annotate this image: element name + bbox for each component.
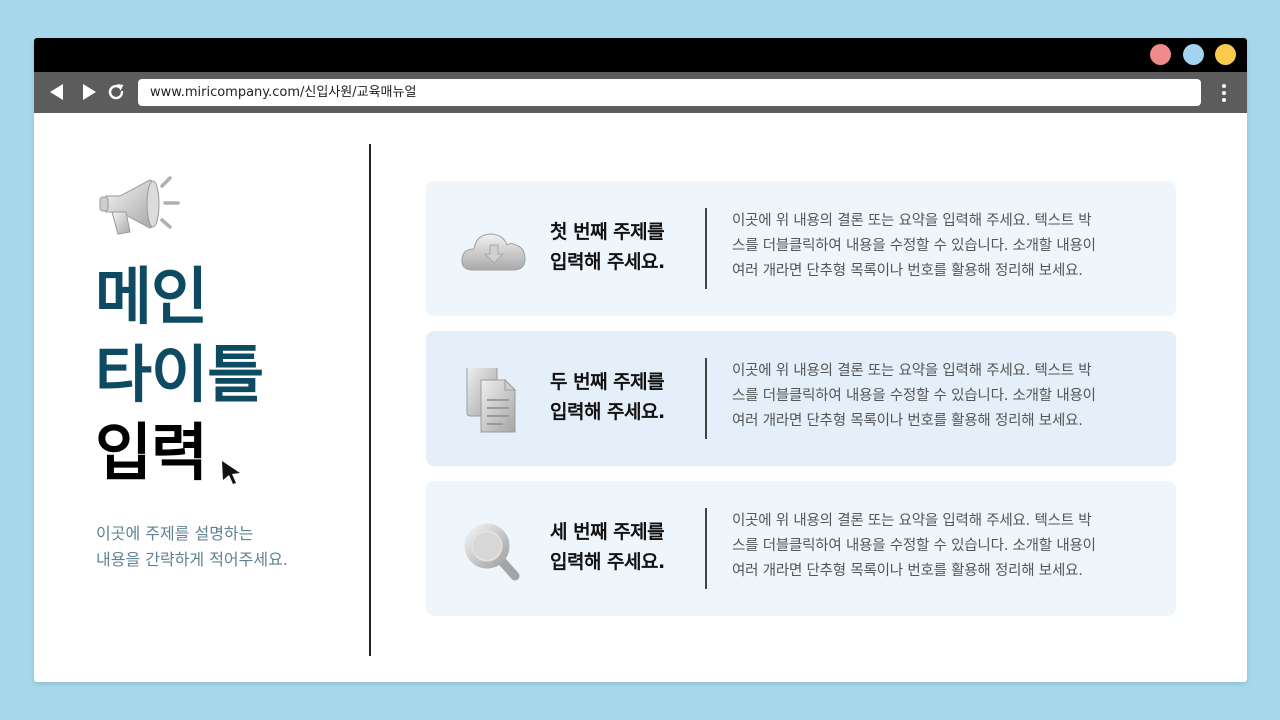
main-title-line-1: 메인 <box>95 260 208 333</box>
main-subtitle: 이곳에 주제를 설명하는 내용을 간략하게 적어주세요. <box>96 521 288 573</box>
close-window-button[interactable] <box>1150 44 1171 65</box>
card-title-line: 세 번째 주제를 <box>550 521 665 543</box>
documents-icon <box>459 368 529 434</box>
card-body-line: 스를 더블클릭하여 내용을 수정할 수 있습니다. 소개할 내용이 <box>732 538 1096 554</box>
subtitle-line-1: 이곳에 주제를 설명하는 <box>96 524 254 543</box>
topic-card-2: 두 번째 주제를 입력해 주세요. 이곳에 위 내용의 결론 또는 요약을 입력… <box>426 331 1176 466</box>
browser-window: www.miricompany.com/신입사원/교육매뉴얼 메인 타이틀 입력… <box>34 38 1247 682</box>
navigation-bar: www.miricompany.com/신입사원/교육매뉴얼 <box>34 72 1247 113</box>
card-body-line: 이곳에 위 내용의 결론 또는 요약을 입력해 주세요. 텍스트 박 <box>732 213 1092 229</box>
main-title-line-2: 타이틀 <box>95 338 264 411</box>
card-body-line: 이곳에 위 내용의 결론 또는 요약을 입력해 주세요. 텍스트 박 <box>732 513 1092 529</box>
card-title: 첫 번째 주제를 입력해 주세요. <box>550 217 665 277</box>
card-body: 이곳에 위 내용의 결론 또는 요약을 입력해 주세요. 텍스트 박 스를 더블… <box>732 509 1152 584</box>
subtitle-line-2: 내용을 간략하게 적어주세요. <box>96 550 288 569</box>
magnifier-icon <box>459 518 529 584</box>
card-body-line: 여러 개라면 단추형 목록이나 번호를 활용해 정리해 보세요. <box>732 413 1083 429</box>
forward-button[interactable] <box>76 80 100 104</box>
card-title: 세 번째 주제를 입력해 주세요. <box>550 517 665 577</box>
main-title-line-3: 입력 <box>95 416 208 489</box>
card-title-line: 첫 번째 주제를 <box>550 221 665 243</box>
back-button[interactable] <box>46 80 70 104</box>
card-body-line: 여러 개라면 단추형 목록이나 번호를 활용해 정리해 보세요. <box>732 563 1083 579</box>
slide-content: 메인 타이틀 입력 이곳에 주제를 설명하는 내용을 간략하게 적어주세요. 첫… <box>34 113 1247 682</box>
card-body-line: 여러 개라면 단추형 목록이나 번호를 활용해 정리해 보세요. <box>732 263 1083 279</box>
topic-card-3: 세 번째 주제를 입력해 주세요. 이곳에 위 내용의 결론 또는 요약을 입력… <box>426 481 1176 616</box>
card-divider <box>705 508 707 589</box>
card-body-line: 스를 더블클릭하여 내용을 수정할 수 있습니다. 소개할 내용이 <box>732 388 1096 404</box>
card-divider <box>705 208 707 289</box>
card-body: 이곳에 위 내용의 결론 또는 요약을 입력해 주세요. 텍스트 박 스를 더블… <box>732 359 1152 434</box>
card-divider <box>705 358 707 439</box>
reload-icon <box>108 84 124 100</box>
card-title-line: 입력해 주세요. <box>550 401 665 423</box>
card-title-line: 입력해 주세요. <box>550 551 665 573</box>
card-body-line: 스를 더블클릭하여 내용을 수정할 수 있습니다. 소개할 내용이 <box>732 238 1096 254</box>
card-title-line: 입력해 주세요. <box>550 251 665 273</box>
topic-card-1: 첫 번째 주제를 입력해 주세요. 이곳에 위 내용의 결론 또는 요약을 입력… <box>426 181 1176 316</box>
mouse-cursor-icon <box>220 459 242 487</box>
card-title-line: 두 번째 주제를 <box>550 371 665 393</box>
minimize-window-button[interactable] <box>1183 44 1204 65</box>
maximize-window-button[interactable] <box>1215 44 1236 65</box>
more-vertical-icon <box>1222 84 1226 102</box>
forward-arrow-icon <box>83 84 96 100</box>
address-bar[interactable]: www.miricompany.com/신입사원/교육매뉴얼 <box>138 79 1201 106</box>
vertical-divider <box>369 144 371 656</box>
back-arrow-icon <box>50 84 63 100</box>
card-body-line: 이곳에 위 내용의 결론 또는 요약을 입력해 주세요. 텍스트 박 <box>732 363 1092 379</box>
title-bar <box>34 38 1247 72</box>
megaphone-icon <box>98 170 188 240</box>
browser-menu-button[interactable] <box>1215 81 1233 105</box>
reload-button[interactable] <box>104 80 128 104</box>
card-title: 두 번째 주제를 입력해 주세요. <box>550 367 665 427</box>
card-body: 이곳에 위 내용의 결론 또는 요약을 입력해 주세요. 텍스트 박 스를 더블… <box>732 209 1152 284</box>
cloud-download-icon <box>459 218 529 284</box>
